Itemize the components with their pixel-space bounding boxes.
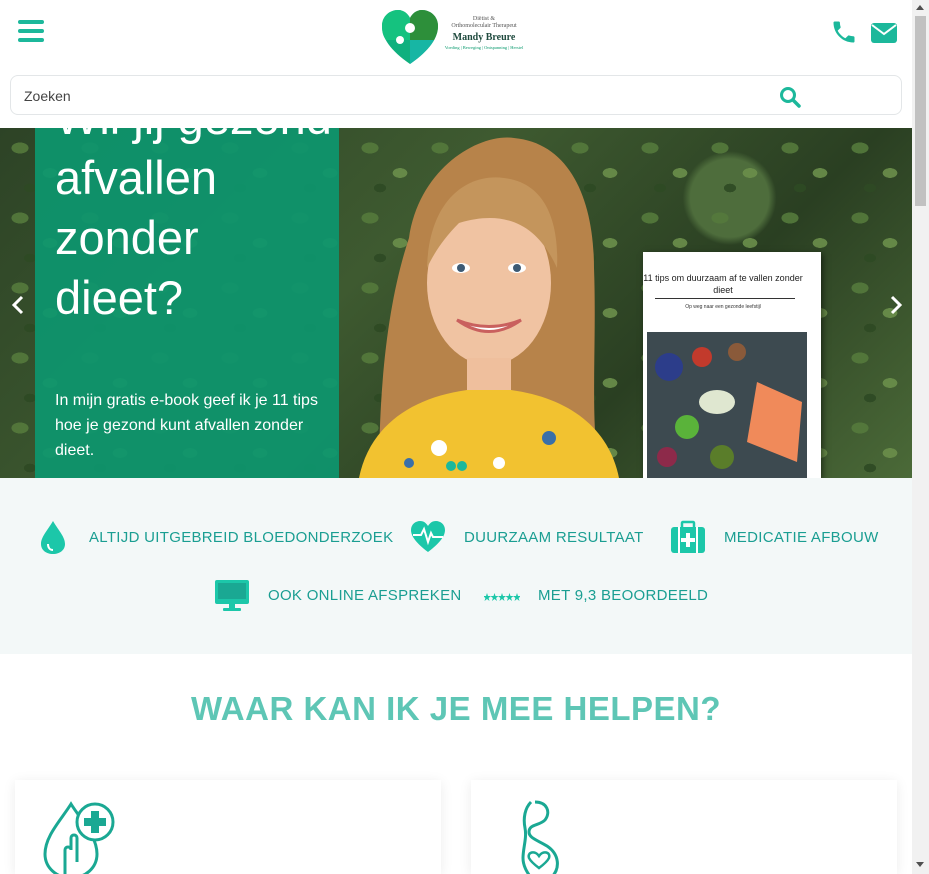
feature-label: DUURZAAM RESULTAAT bbox=[464, 528, 644, 546]
mail-icon[interactable] bbox=[870, 22, 898, 44]
pregnancy-icon bbox=[521, 800, 559, 874]
medical-kit-icon bbox=[671, 520, 705, 553]
service-card-pregnancy[interactable] bbox=[471, 780, 897, 874]
slider-dots bbox=[446, 458, 468, 471]
logo-subtitle-1: Diëtist & bbox=[472, 16, 496, 22]
section-title: WAAR KAN IK JE MEE HELPEN? bbox=[190, 690, 722, 727]
logo-tagline: Voeding | Beweging | Ontspanning | Herst… bbox=[444, 45, 524, 50]
blood-drop-icon bbox=[41, 521, 65, 554]
portrait-image bbox=[359, 137, 619, 478]
feature-label: ALTIJD UITGEBREID BLOEDONDERZOEK bbox=[89, 528, 394, 546]
slider-dot-1[interactable] bbox=[446, 461, 456, 471]
logo-text: Diëtist & Orthomoleculair Therapeut Mand… bbox=[438, 16, 530, 50]
features-bar: ALTIJD UITGEBREID BLOEDONDERZOEK DUURZAA… bbox=[0, 478, 912, 654]
ebook-divider bbox=[655, 298, 795, 299]
feature-lasting-result: DUURZAAM RESULTAAT bbox=[410, 519, 644, 555]
search-input[interactable] bbox=[24, 86, 724, 106]
diabetes-drop-plus-icon bbox=[43, 801, 115, 874]
menu-icon[interactable] bbox=[18, 20, 44, 44]
ebook-subtitle: Op weg naar een gezonde leefstijl bbox=[685, 304, 761, 310]
logo-name: Mandy Breure bbox=[452, 32, 516, 43]
scroll-thumb[interactable] bbox=[915, 16, 926, 206]
puzzle-heart-icon bbox=[382, 10, 438, 64]
slider-dot-2[interactable] bbox=[457, 461, 467, 471]
page-scrollbar[interactable] bbox=[912, 0, 929, 874]
feature-blood-test: ALTIJD UITGEBREID BLOEDONDERZOEK bbox=[35, 519, 393, 555]
hero-slider: Wil jij gezond afvallen zonder dieet? In… bbox=[0, 128, 912, 478]
scroll-up-arrow-icon[interactable] bbox=[916, 5, 924, 10]
search-icon[interactable] bbox=[779, 86, 801, 108]
phone-icon[interactable] bbox=[830, 18, 858, 46]
site-header: Diëtist & Orthomoleculair Therapeut Mand… bbox=[0, 0, 912, 70]
search-bar bbox=[10, 75, 902, 115]
ebook-title: 11 tips om duurzaam af te vallen zonder … bbox=[643, 273, 803, 295]
ebook-cover[interactable]: 11 tips om duurzaam af te vallen zonder … bbox=[643, 252, 821, 478]
heart-pulse-icon bbox=[411, 521, 445, 552]
stars-icon bbox=[484, 593, 520, 601]
feature-online: OOK ONLINE AFSPREKEN bbox=[214, 577, 462, 613]
feature-rating: MET 9,3 BEOORDEELD bbox=[484, 577, 708, 613]
site-logo[interactable]: Diëtist & Orthomoleculair Therapeut Mand… bbox=[380, 6, 530, 68]
scroll-down-arrow-icon[interactable] bbox=[916, 862, 924, 867]
feature-medication: MEDICATIE AFBOUW bbox=[670, 519, 879, 555]
next-slide-arrow-icon[interactable] bbox=[886, 293, 906, 317]
previous-slide-arrow-icon[interactable] bbox=[8, 293, 28, 317]
hero-title: Wil jij gezond afvallen zonder dieet? bbox=[55, 128, 332, 324]
monitor-icon bbox=[215, 580, 249, 611]
feature-label: MET 9,3 BEOORDEELD bbox=[538, 586, 709, 604]
hero-text: In mijn gratis e-book geef ik je 11 tips… bbox=[55, 392, 318, 459]
feature-label: MEDICATIE AFBOUW bbox=[724, 528, 879, 546]
logo-subtitle-2: Orthomoleculair Therapeut bbox=[451, 23, 517, 29]
food-image bbox=[647, 332, 807, 478]
feature-label: OOK ONLINE AFSPREKEN bbox=[268, 586, 462, 604]
service-card-diabetes[interactable] bbox=[15, 780, 441, 874]
